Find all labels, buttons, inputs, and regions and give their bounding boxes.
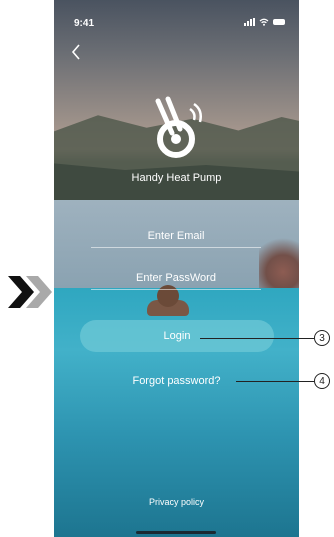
callout-line-forgot (236, 381, 314, 382)
callout-login-number: 3 (314, 330, 330, 346)
wifi-icon (259, 18, 269, 26)
battery-icon (273, 19, 285, 25)
back-button[interactable] (64, 40, 88, 64)
heat-pump-logo (155, 96, 202, 158)
email-field[interactable] (91, 225, 261, 248)
password-field[interactable] (91, 267, 261, 290)
callout-forgot-number: 4 (314, 373, 330, 389)
privacy-policy-link[interactable]: Privacy policy (54, 497, 299, 507)
chevron-left-icon (71, 44, 80, 60)
callout-line-login (200, 338, 314, 339)
status-bar: 9:41 (54, 0, 299, 44)
login-button[interactable]: Login (80, 320, 274, 352)
phone-screen: 9:41 Handy Heat Pump Login Forgot passw (54, 0, 299, 537)
home-indicator (136, 531, 216, 534)
app-name: Handy Heat Pump (131, 172, 222, 184)
status-time: 9:41 (74, 18, 95, 29)
double-chevron-right-icon (8, 276, 52, 308)
signal-icon (244, 18, 255, 26)
status-icons (244, 18, 285, 26)
